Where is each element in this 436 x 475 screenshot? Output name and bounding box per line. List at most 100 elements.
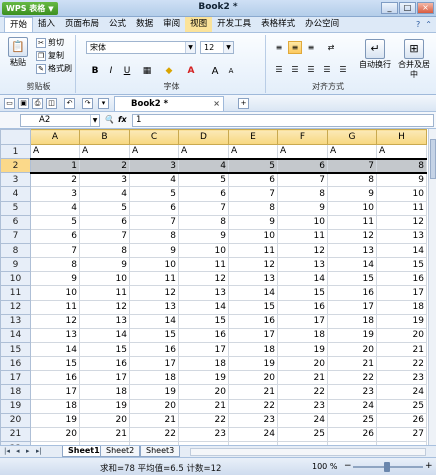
cell-a10[interactable]: 9 bbox=[30, 271, 80, 287]
cell-h3[interactable]: 9 bbox=[376, 172, 427, 188]
cell-f10[interactable]: 14 bbox=[277, 271, 328, 287]
cell-g9[interactable]: 14 bbox=[327, 257, 377, 273]
cell-a1[interactable]: A bbox=[30, 143, 80, 160]
cell-f11[interactable]: 15 bbox=[277, 285, 328, 301]
tab-data[interactable]: 数据 bbox=[131, 17, 158, 32]
cell-h5[interactable]: 11 bbox=[376, 200, 427, 216]
paste-button[interactable]: 📋 粘贴 bbox=[6, 37, 30, 68]
tab-page-layout[interactable]: 页面布局 bbox=[60, 17, 104, 32]
cell-d13[interactable]: 15 bbox=[178, 313, 229, 329]
vertical-scrollbar[interactable] bbox=[428, 129, 436, 445]
tab-view[interactable]: 视图 bbox=[185, 17, 213, 32]
cell-c4[interactable]: 5 bbox=[129, 186, 179, 202]
cell-f3[interactable]: 7 bbox=[277, 172, 328, 188]
cell-f12[interactable]: 16 bbox=[277, 299, 328, 315]
cell-b4[interactable]: 4 bbox=[79, 186, 130, 202]
cell-h16[interactable]: 22 bbox=[376, 356, 427, 372]
column-header-a[interactable]: A bbox=[30, 129, 80, 145]
wrap-text-button[interactable]: ↵ 自动换行 bbox=[356, 39, 394, 70]
cell-e10[interactable]: 13 bbox=[228, 271, 278, 287]
cell-b19[interactable]: 19 bbox=[79, 398, 130, 414]
cell-c18[interactable]: 19 bbox=[129, 384, 179, 400]
cell-a3[interactable]: 2 bbox=[30, 172, 80, 188]
cell-g8[interactable]: 13 bbox=[327, 242, 377, 259]
cell-b21[interactable]: 21 bbox=[79, 426, 130, 442]
name-box[interactable]: A2 ▼ bbox=[20, 114, 100, 127]
cell-c10[interactable]: 11 bbox=[129, 271, 179, 287]
function-button[interactable]: fx bbox=[118, 115, 127, 124]
tab-developer[interactable]: 开发工具 bbox=[212, 17, 256, 32]
cell-d7[interactable]: 9 bbox=[178, 228, 229, 244]
tab-formulas[interactable]: 公式 bbox=[104, 17, 131, 32]
cell-b12[interactable]: 12 bbox=[79, 299, 130, 315]
cell-b10[interactable]: 10 bbox=[79, 271, 130, 287]
cell-g19[interactable]: 24 bbox=[327, 398, 377, 414]
cell-c1[interactable]: A bbox=[129, 143, 179, 160]
row-header-7[interactable]: 7 bbox=[0, 228, 31, 244]
font-name-select[interactable]: 宋体 ▼ bbox=[86, 41, 196, 54]
cell-c13[interactable]: 14 bbox=[129, 313, 179, 329]
cell-e12[interactable]: 15 bbox=[228, 299, 278, 315]
cell-b8[interactable]: 8 bbox=[79, 242, 130, 259]
font-size-select[interactable]: 12 ▼ bbox=[200, 41, 234, 54]
cell-d2[interactable]: 4 bbox=[178, 157, 229, 174]
cell-e13[interactable]: 16 bbox=[228, 313, 278, 329]
cell-d1[interactable]: A bbox=[178, 143, 229, 160]
document-tab[interactable]: Book2 * × bbox=[114, 96, 224, 111]
cell-d10[interactable]: 12 bbox=[178, 271, 229, 287]
cell-h7[interactable]: 13 bbox=[376, 228, 427, 244]
row-header-6[interactable]: 6 bbox=[0, 214, 31, 230]
text-direction-icon[interactable]: ⇄ bbox=[324, 41, 338, 54]
row-header-18[interactable]: 18 bbox=[0, 384, 31, 400]
cell-a20[interactable]: 19 bbox=[30, 412, 80, 428]
close-icon[interactable]: × bbox=[213, 97, 220, 111]
cell-g11[interactable]: 16 bbox=[327, 285, 377, 301]
cell-d16[interactable]: 18 bbox=[178, 356, 229, 372]
cell-a11[interactable]: 10 bbox=[30, 285, 80, 301]
row-header-12[interactable]: 12 bbox=[0, 299, 31, 315]
cell-b18[interactable]: 18 bbox=[79, 384, 130, 400]
cell-f8[interactable]: 12 bbox=[277, 242, 328, 259]
cell-a2[interactable]: 1 bbox=[30, 157, 80, 174]
cell-a15[interactable]: 14 bbox=[30, 341, 80, 358]
cell-b3[interactable]: 3 bbox=[79, 172, 130, 188]
customize-chevron-icon[interactable]: ▾ bbox=[98, 98, 109, 109]
cell-c2[interactable]: 3 bbox=[129, 157, 179, 174]
cell-g16[interactable]: 21 bbox=[327, 356, 377, 372]
cell-e19[interactable]: 22 bbox=[228, 398, 278, 414]
cell-h15[interactable]: 21 bbox=[376, 341, 427, 358]
cell-c9[interactable]: 10 bbox=[129, 257, 179, 273]
cell-f18[interactable]: 22 bbox=[277, 384, 328, 400]
row-header-21[interactable]: 21 bbox=[0, 426, 31, 442]
cell-a16[interactable]: 15 bbox=[30, 356, 80, 372]
cell-a21[interactable]: 20 bbox=[30, 426, 80, 442]
copy-button[interactable]: ❐ 复制 bbox=[36, 50, 64, 61]
cell-g18[interactable]: 23 bbox=[327, 384, 377, 400]
cell-h11[interactable]: 17 bbox=[376, 285, 427, 301]
cell-c15[interactable]: 16 bbox=[129, 341, 179, 358]
format-painter-button[interactable]: ✎ 格式刷 bbox=[36, 63, 72, 74]
cell-e5[interactable]: 8 bbox=[228, 200, 278, 216]
cell-a8[interactable]: 7 bbox=[30, 242, 80, 259]
save-icon[interactable]: ▣ bbox=[18, 98, 29, 109]
cell-h12[interactable]: 18 bbox=[376, 299, 427, 315]
cell-d17[interactable]: 19 bbox=[178, 370, 229, 386]
cell-d20[interactable]: 22 bbox=[178, 412, 229, 428]
cell-b2[interactable]: 2 bbox=[79, 157, 130, 174]
cell-f9[interactable]: 13 bbox=[277, 257, 328, 273]
cell-g20[interactable]: 25 bbox=[327, 412, 377, 428]
select-all-corner[interactable] bbox=[0, 129, 31, 145]
cell-g14[interactable]: 19 bbox=[327, 327, 377, 343]
cell-b11[interactable]: 11 bbox=[79, 285, 130, 301]
row-header-19[interactable]: 19 bbox=[0, 398, 31, 414]
cell-b17[interactable]: 17 bbox=[79, 370, 130, 386]
column-header-d[interactable]: D bbox=[178, 129, 229, 145]
cell-g10[interactable]: 15 bbox=[327, 271, 377, 287]
column-header-b[interactable]: B bbox=[79, 129, 130, 145]
cell-g5[interactable]: 10 bbox=[327, 200, 377, 216]
cell-a19[interactable]: 18 bbox=[30, 398, 80, 414]
cell-f7[interactable]: 11 bbox=[277, 228, 328, 244]
align-top-icon[interactable]: ≡ bbox=[272, 41, 286, 54]
align-left-icon[interactable]: ☰ bbox=[272, 63, 286, 76]
column-header-e[interactable]: E bbox=[228, 129, 278, 145]
